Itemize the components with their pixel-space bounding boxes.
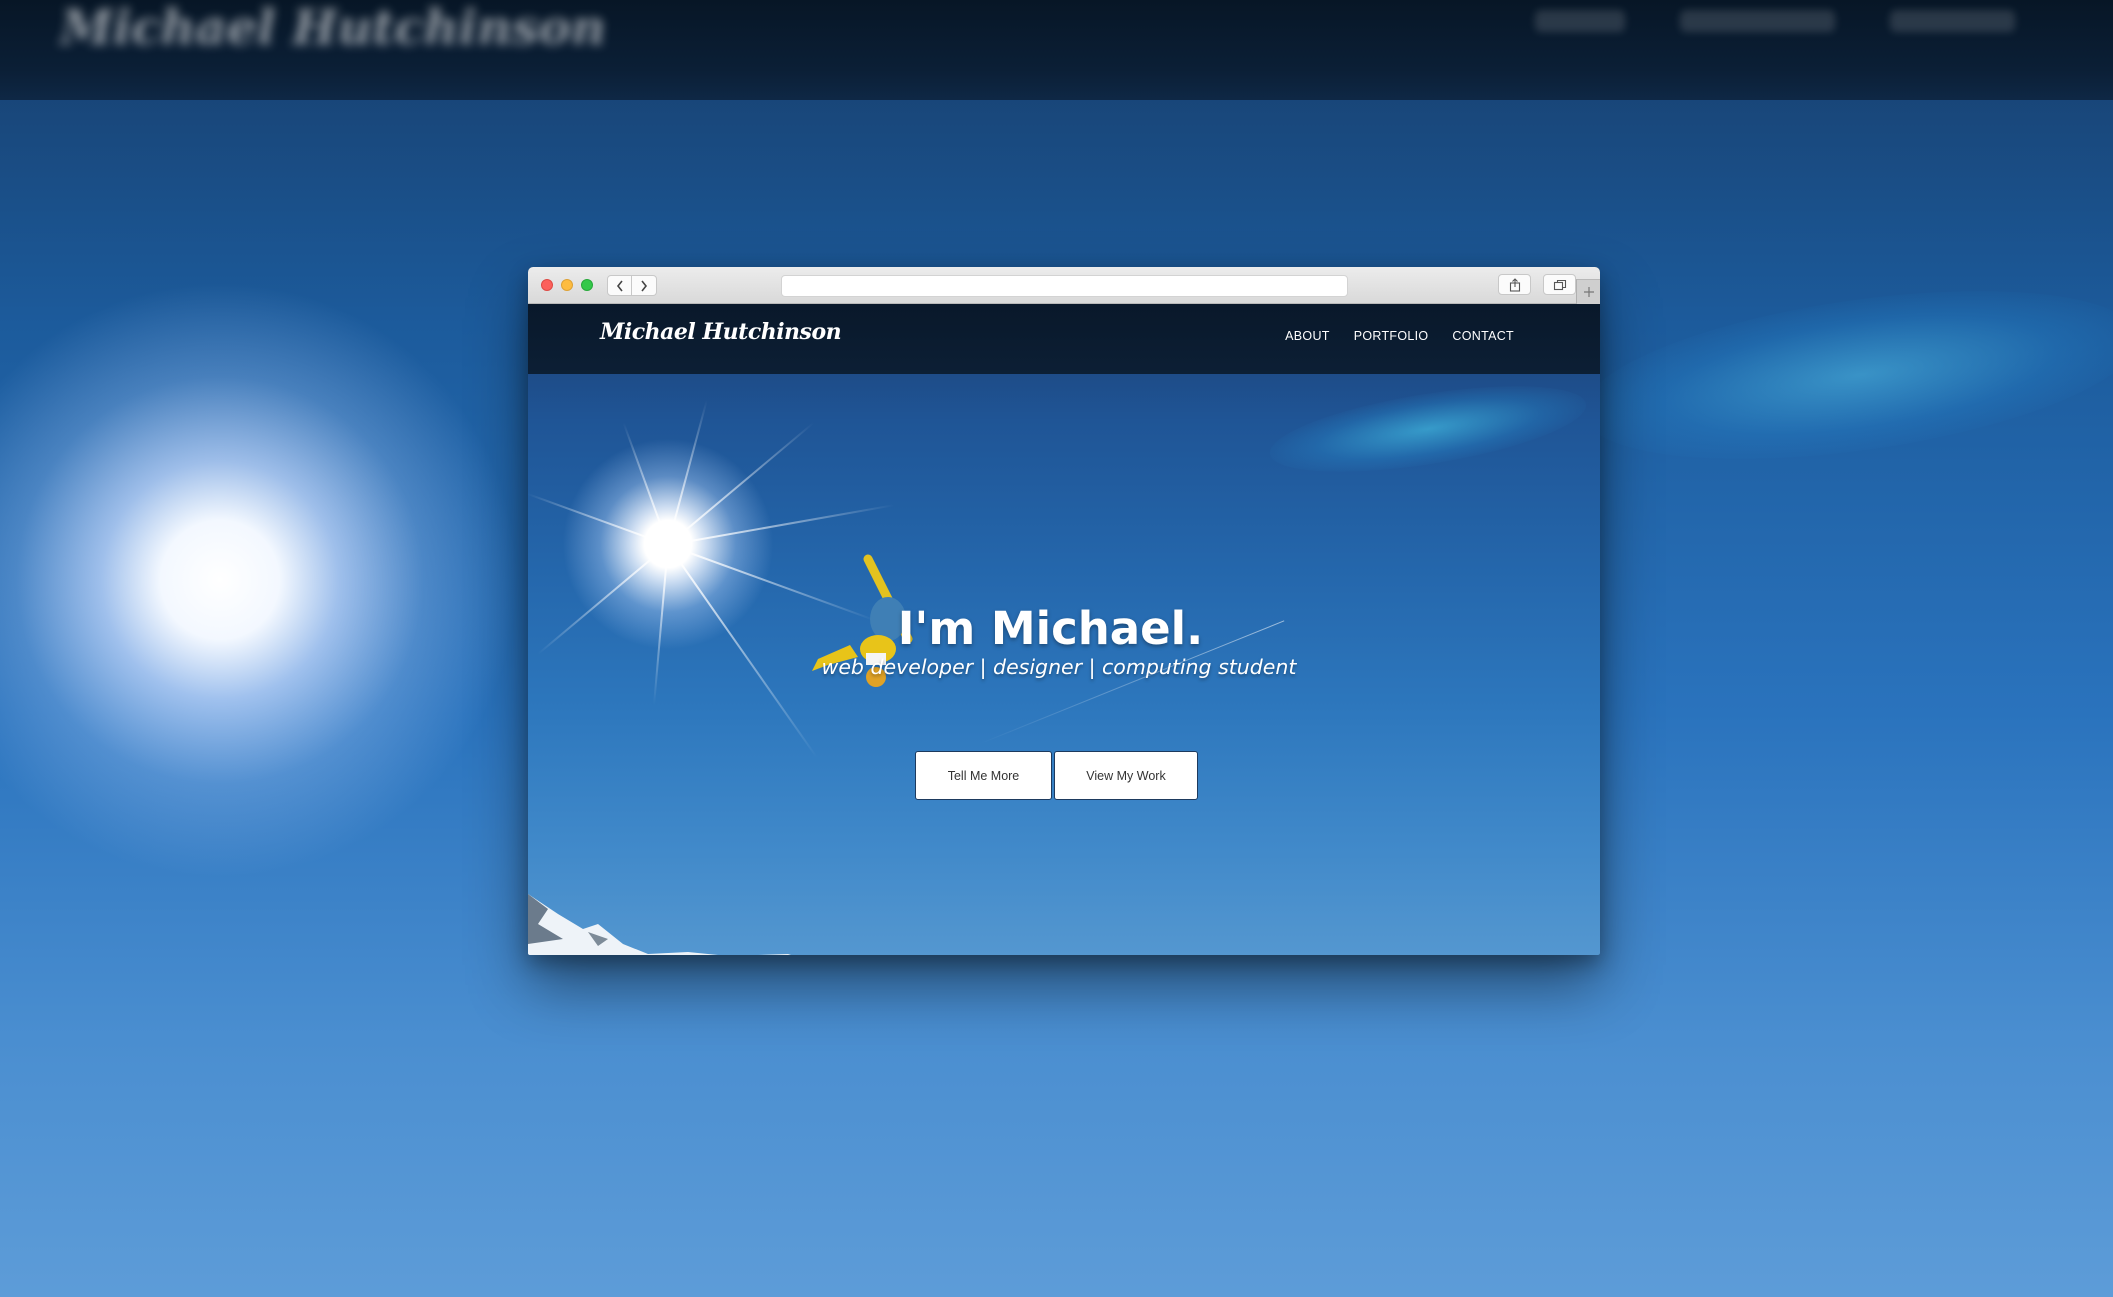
background-logo: Michael Hutchinson (60, 0, 606, 56)
site-nav-links: ABOUT PORTFOLIO CONTACT (1285, 329, 1514, 343)
nav-link-portfolio[interactable]: PORTFOLIO (1354, 329, 1429, 343)
minimize-window-button[interactable] (561, 279, 573, 291)
background-nav-item (1535, 10, 1625, 32)
background-lens-flare (1572, 261, 2113, 489)
lens-flare (1264, 369, 1592, 489)
chevron-left-icon (616, 280, 623, 291)
show-tabs-button[interactable] (1543, 274, 1576, 295)
tabs-icon (1553, 279, 1566, 290)
hero-subheadline: web developer | designer | computing stu… (821, 655, 1297, 679)
browser-titlebar (528, 267, 1600, 304)
browser-window: Michael Hutchinson ABOUT PORTFOLIO CONTA… (528, 267, 1600, 955)
share-icon (1509, 277, 1520, 292)
tell-me-more-button[interactable]: Tell Me More (915, 751, 1052, 800)
address-bar[interactable] (781, 275, 1348, 297)
plus-icon (1583, 287, 1594, 297)
close-window-button[interactable] (541, 279, 553, 291)
maximize-window-button[interactable] (581, 279, 593, 291)
nav-link-contact[interactable]: CONTACT (1452, 329, 1514, 343)
mountain-peak-image (528, 894, 791, 955)
chevron-right-icon (641, 280, 648, 291)
forward-button[interactable] (632, 275, 657, 296)
nav-link-about[interactable]: ABOUT (1285, 329, 1330, 343)
back-button[interactable] (607, 275, 632, 296)
hero-headline: I'm Michael. (897, 602, 1204, 655)
background-nav-item (1890, 10, 2015, 32)
new-tab-button[interactable] (1576, 279, 1600, 304)
share-button[interactable] (1498, 274, 1531, 295)
website-viewport: Michael Hutchinson ABOUT PORTFOLIO CONTA… (528, 304, 1600, 955)
site-navbar: Michael Hutchinson ABOUT PORTFOLIO CONTA… (528, 304, 1600, 374)
background-navbar: Michael Hutchinson (0, 0, 2113, 100)
background-sun (0, 280, 520, 880)
site-logo[interactable]: Michael Hutchinson (600, 319, 842, 345)
view-my-work-button[interactable]: View My Work (1054, 751, 1198, 800)
background-nav-item (1680, 10, 1835, 32)
